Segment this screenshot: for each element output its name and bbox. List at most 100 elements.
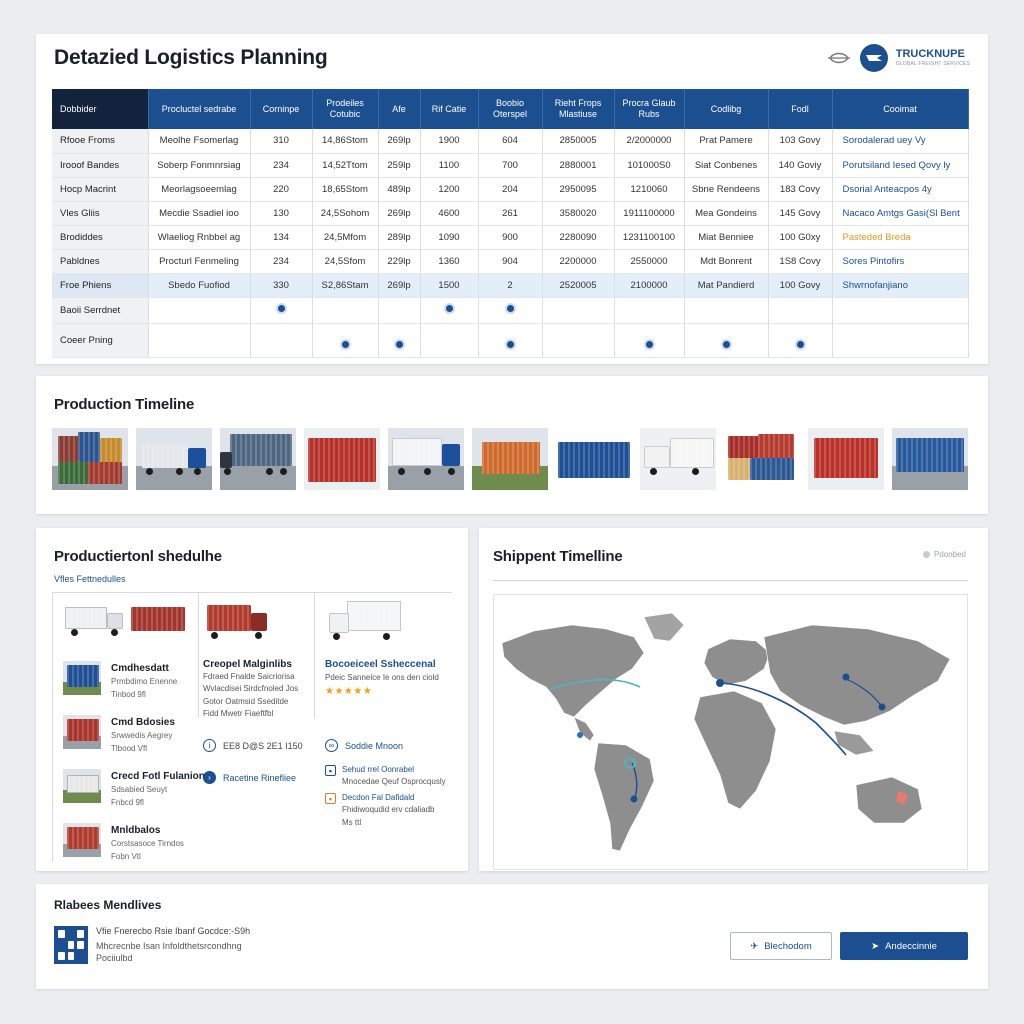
- note-cell: Shwrnofanjiano: [832, 273, 969, 298]
- qr-code-icon[interactable]: [54, 926, 88, 964]
- table-cell: 289lp: [378, 225, 421, 250]
- list-item-title: Cmdhesdatt: [111, 663, 169, 674]
- table-cell: 2: [478, 273, 543, 298]
- column-header[interactable]: Cooimat: [832, 89, 969, 129]
- column-header[interactable]: Fodl: [768, 89, 833, 129]
- table-cell: Soberp Fonmnrsiag: [148, 153, 251, 178]
- schedule-code-badge[interactable]: i EE8 D@S 2E1 I150: [203, 739, 303, 752]
- table-row[interactable]: Rfooe Froms Meolhe Fsomerlag 310 14,86Stom 2…: [52, 129, 969, 154]
- schedule-marker-dot[interactable]: [504, 339, 516, 350]
- red-shipping-container-thumbnail[interactable]: [808, 428, 884, 490]
- column-header[interactable]: Rif Catie: [420, 89, 479, 129]
- route-hub-marker: [716, 679, 724, 687]
- share-icon: ✈: [750, 940, 759, 952]
- info-circle-icon: i: [203, 739, 216, 752]
- table-cell: Sbedo Fuofiod: [148, 273, 251, 298]
- red-container-thumbnail[interactable]: [304, 428, 380, 490]
- list-item-title: Mnldbalos: [111, 825, 161, 836]
- branded-truck-image: [325, 597, 403, 645]
- blue-truck-thumbnail[interactable]: [136, 428, 212, 490]
- africa-shape: [693, 690, 777, 810]
- table-cell: 220: [250, 177, 313, 202]
- planning-info-card[interactable]: Creopel Malginlibs Fdraed Fnalde Saicrio…: [201, 593, 315, 718]
- monitor-badge[interactable]: ∞ Soddie Mnoon: [325, 739, 403, 752]
- schedule-marker-dot[interactable]: [393, 339, 405, 350]
- schedule-subtitle-link[interactable]: Vfles Fettnedulles: [54, 574, 126, 584]
- table-cell: 269lp: [378, 273, 421, 298]
- column-header[interactable]: Corninpe: [250, 89, 313, 129]
- column-header[interactable]: Prodeiles Cotubic: [312, 89, 379, 129]
- table-cell: 204: [478, 177, 543, 202]
- container-stack-thumbnail[interactable]: [52, 428, 128, 490]
- primary-action-button[interactable]: ➤ Andeccinnie: [840, 932, 968, 960]
- shipment-status-indicator[interactable]: Pdonbed: [922, 550, 966, 559]
- table-body: Rfooe Froms Meolhe Fsomerlag 310 14,86Stom 2…: [52, 129, 969, 358]
- flatbed-truck-thumbnail[interactable]: [220, 428, 296, 490]
- schedule-marker-dot[interactable]: [643, 339, 655, 350]
- globe-route-icon: [826, 48, 852, 68]
- table-cell: 134: [250, 225, 313, 250]
- white-truck-thumbnail[interactable]: [388, 428, 464, 490]
- central-america-shape: [573, 716, 595, 742]
- logistics-planning-panel: Detazied Logistics Planning TRUCKNUPE GL…: [36, 34, 988, 364]
- table-row[interactable]: Froe Phiens Sbedo Fuofiod 330 S2,86Stam 269l…: [52, 273, 969, 298]
- table-cell: 100 Govy: [768, 273, 833, 298]
- note-cell: Pasteded Breda: [832, 225, 969, 250]
- container-thumbnail-icon: [63, 661, 101, 695]
- greenland-shape: [643, 612, 685, 642]
- table-cell: Mat Pandierd: [684, 273, 769, 298]
- delivery-truck-thumbnail[interactable]: [640, 428, 716, 490]
- column-header[interactable]: Codlibg: [684, 89, 769, 129]
- footer-info-line: Vfie Fnerecbo Rsie Ibanf Gocdce:-S9h: [96, 926, 251, 936]
- note-cell: Porutsiland Iesed Qovy ly: [832, 153, 969, 178]
- column-header[interactable]: Procluctel sedrabe: [148, 89, 251, 129]
- route-hub-marker: [878, 703, 886, 711]
- detail-item[interactable]: ▪ Sehud rrel Oonrabel Mnocedae Qeuf Ospr…: [325, 765, 446, 788]
- secondary-action-button[interactable]: ✈ Blechodom: [730, 932, 832, 960]
- orange-container-thumbnail[interactable]: [472, 428, 548, 490]
- brand-tagline: GLOBAL FREIGHT SERVICES: [895, 61, 970, 67]
- route-badge[interactable]: › Racetine Rinefliee: [203, 771, 296, 784]
- list-item-desc: Srwwedis Aegrey: [111, 731, 173, 740]
- column-header[interactable]: Dobbider: [52, 89, 149, 129]
- schedule-marker-dot[interactable]: [794, 339, 806, 350]
- info-card-line: Fidd Mwetr Fiaeftfbl: [203, 709, 274, 719]
- table-header-row: Dobbider Procluctel sedrabe Corninpe Pro…: [52, 89, 969, 129]
- table-row[interactable]: Irooof Bandes Soberp Fonmnrsiag 234 14,52Tt…: [52, 153, 969, 178]
- table-cell: 4600: [420, 201, 479, 226]
- schedule-marker-dot[interactable]: [275, 303, 287, 314]
- feature-card[interactable]: Bocoeiceel Ssheccenal Pdeic Sannelce Ie …: [317, 593, 453, 718]
- container-thumbnail-icon: [63, 715, 101, 749]
- table-row[interactable]: Brodiddes Wlaeliog Rnbbel ag 134 24,5Mfom 28…: [52, 225, 969, 250]
- list-item[interactable]: Mnldbalos Corstsasoce Tirndos Fobn Vtl: [63, 823, 184, 862]
- column-header[interactable]: Procra Glaub Rubs: [614, 89, 685, 129]
- red-truck-image: [205, 603, 269, 641]
- list-item[interactable]: Cmdhesdatt Prmbdimo Enenne Tinbod 9fl: [63, 661, 177, 700]
- table-cell: 1900: [420, 129, 479, 154]
- column-header[interactable]: Boobio Oterspel: [478, 89, 543, 129]
- table-row[interactable]: Vles Gliis Mecdie Ssadiel ioo 130 24,5Sohom…: [52, 201, 969, 226]
- schedule-marker-dot[interactable]: [443, 303, 455, 314]
- blue-container-thumbnail[interactable]: [556, 428, 632, 490]
- column-header[interactable]: Rieht Frops Mlastiuse: [542, 89, 615, 129]
- brand-block[interactable]: TRUCKNUPE GLOBAL FREIGHT SERVICES: [826, 44, 970, 72]
- schedule-marker-dot[interactable]: [504, 303, 516, 314]
- schedule-marker-dot[interactable]: [720, 339, 732, 350]
- world-map-svg: [501, 612, 951, 852]
- link-icon: ∞: [325, 739, 338, 752]
- table-cell: 2850005: [542, 129, 615, 154]
- table-cell: 145 Govy: [768, 201, 833, 226]
- world-map[interactable]: [493, 594, 968, 870]
- table-row[interactable]: Hocp Macrint Meorlagsoeemlag 220 18,65Stom 4…: [52, 177, 969, 202]
- blue-cargo-container-thumbnail[interactable]: [892, 428, 968, 490]
- list-item[interactable]: Cmd Bdosies Srwwedis Aegrey Tlbood Vfl: [63, 715, 175, 754]
- detail-item[interactable]: ▪ Decdon Fal Dafidald Fhidiwoqudid erv c…: [325, 793, 435, 828]
- stacked-containers-thumbnail[interactable]: [724, 428, 800, 490]
- column-header[interactable]: Afe: [378, 89, 421, 129]
- list-item[interactable]: Crecd Fotl Fulanion Sdsabied Seuyt Fnbcd…: [63, 769, 205, 808]
- table-cell: 2950095: [542, 177, 615, 202]
- shipment-timeline-title: Shippent Timelline: [493, 548, 623, 565]
- schedule-marker-dot[interactable]: [339, 339, 351, 350]
- table-row[interactable]: Pabldnes Procturl Fenmeling 234 24,5Sfom 229…: [52, 249, 969, 274]
- table-cell: 1231100100: [614, 225, 685, 250]
